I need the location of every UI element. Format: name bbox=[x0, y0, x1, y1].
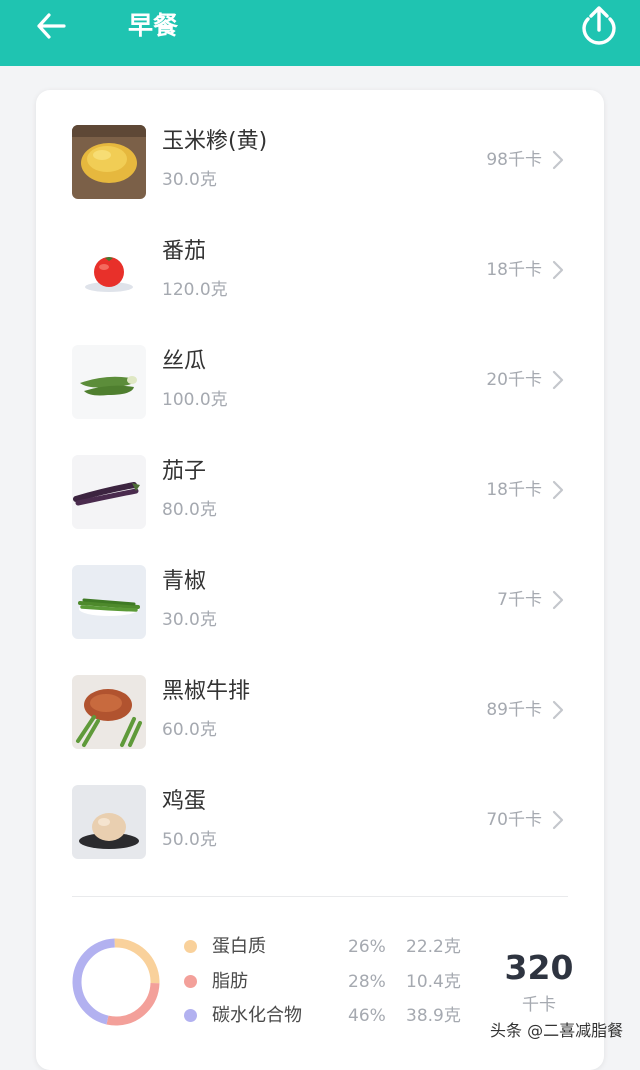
carbs-color-dot bbox=[184, 1009, 197, 1022]
luffa-image bbox=[72, 345, 146, 419]
chevron-right-icon bbox=[552, 810, 564, 830]
legend-percent: 26% bbox=[348, 937, 386, 957]
upload-share-icon bbox=[582, 6, 616, 45]
egg-image bbox=[72, 785, 146, 859]
share-button[interactable] bbox=[576, 4, 622, 48]
legend-row-protein: 蛋白质 26% 22.2克 bbox=[184, 930, 476, 964]
food-name: 玉米糁(黄) bbox=[162, 129, 268, 154]
chevron-right-icon bbox=[552, 370, 564, 390]
green-pepper-image bbox=[72, 565, 146, 639]
food-name: 丝瓜 bbox=[162, 349, 207, 374]
legend-amount: 22.2克 bbox=[406, 937, 461, 957]
legend-row-carbs: 碳水化合物 46% 38.9克 bbox=[184, 999, 476, 1033]
tomato-image bbox=[72, 235, 146, 309]
food-name: 黑椒牛排 bbox=[162, 679, 251, 704]
legend-amount: 10.4克 bbox=[406, 972, 461, 992]
legend-percent: 46% bbox=[348, 1006, 386, 1026]
steak-image bbox=[72, 675, 146, 749]
chevron-right-icon bbox=[552, 260, 564, 280]
food-weight: 80.0克 bbox=[162, 500, 217, 520]
food-name: 番茄 bbox=[162, 239, 207, 264]
legend-row-fat: 脂肪 28% 10.4克 bbox=[184, 965, 476, 999]
eggplant-image bbox=[72, 455, 146, 529]
chevron-right-icon bbox=[552, 150, 564, 170]
divider bbox=[72, 896, 568, 897]
food-weight: 30.0克 bbox=[162, 170, 217, 190]
protein-color-dot bbox=[184, 940, 197, 953]
food-name: 鸡蛋 bbox=[162, 789, 207, 814]
food-weight: 30.0克 bbox=[162, 610, 217, 630]
legend-amount: 38.9克 bbox=[406, 1006, 461, 1026]
food-calories: 98千卡 bbox=[486, 150, 542, 170]
top-app-bar: 早餐 bbox=[0, 0, 640, 66]
chevron-right-icon bbox=[552, 590, 564, 610]
legend-percent: 28% bbox=[348, 972, 386, 992]
food-item-egg[interactable]: 鸡蛋 50.0克 70千卡 bbox=[36, 785, 604, 881]
food-weight: 100.0克 bbox=[162, 390, 228, 410]
legend-label: 脂肪 bbox=[212, 971, 248, 992]
watermark: 头条 @二喜减脂餐 bbox=[490, 1021, 624, 1040]
food-weight: 60.0克 bbox=[162, 720, 217, 740]
food-item-tomato[interactable]: 番茄 120.0克 18千卡 bbox=[36, 235, 604, 331]
nutrition-donut-chart bbox=[72, 938, 160, 1026]
food-item-green-pepper[interactable]: 青椒 30.0克 7千卡 bbox=[36, 565, 604, 661]
chevron-right-icon bbox=[552, 700, 564, 720]
food-item-cornmeal[interactable]: 玉米糁(黄) 30.0克 98千卡 bbox=[36, 125, 604, 221]
food-item-steak[interactable]: 黑椒牛排 60.0克 89千卡 bbox=[36, 675, 604, 771]
cornmeal-image bbox=[72, 125, 146, 199]
page-title: 早餐 bbox=[128, 11, 179, 40]
food-calories: 7千卡 bbox=[497, 590, 542, 610]
food-item-luffa[interactable]: 丝瓜 100.0克 20千卡 bbox=[36, 345, 604, 441]
food-calories: 89千卡 bbox=[486, 700, 542, 720]
food-calories: 18千卡 bbox=[486, 480, 542, 500]
total-calories-unit: 千卡 bbox=[522, 995, 556, 1015]
chevron-right-icon bbox=[552, 480, 564, 500]
total-calories-value: 320 bbox=[504, 948, 574, 987]
arrow-left-icon bbox=[37, 13, 66, 39]
food-name: 茄子 bbox=[162, 459, 207, 484]
food-calories: 18千卡 bbox=[486, 260, 542, 280]
fat-color-dot bbox=[184, 975, 197, 988]
legend-label: 蛋白质 bbox=[212, 936, 266, 957]
food-calories: 20千卡 bbox=[486, 370, 542, 390]
food-weight: 50.0克 bbox=[162, 830, 217, 850]
legend-label: 碳水化合物 bbox=[212, 1005, 302, 1026]
meal-card: 玉米糁(黄) 30.0克 98千卡 番茄 120.0克 18千卡 丝瓜 100.… bbox=[36, 90, 604, 1070]
food-calories: 70千卡 bbox=[486, 810, 542, 830]
food-name: 青椒 bbox=[162, 569, 207, 594]
back-button[interactable] bbox=[28, 6, 74, 46]
food-weight: 120.0克 bbox=[162, 280, 228, 300]
food-item-eggplant[interactable]: 茄子 80.0克 18千卡 bbox=[36, 455, 604, 551]
